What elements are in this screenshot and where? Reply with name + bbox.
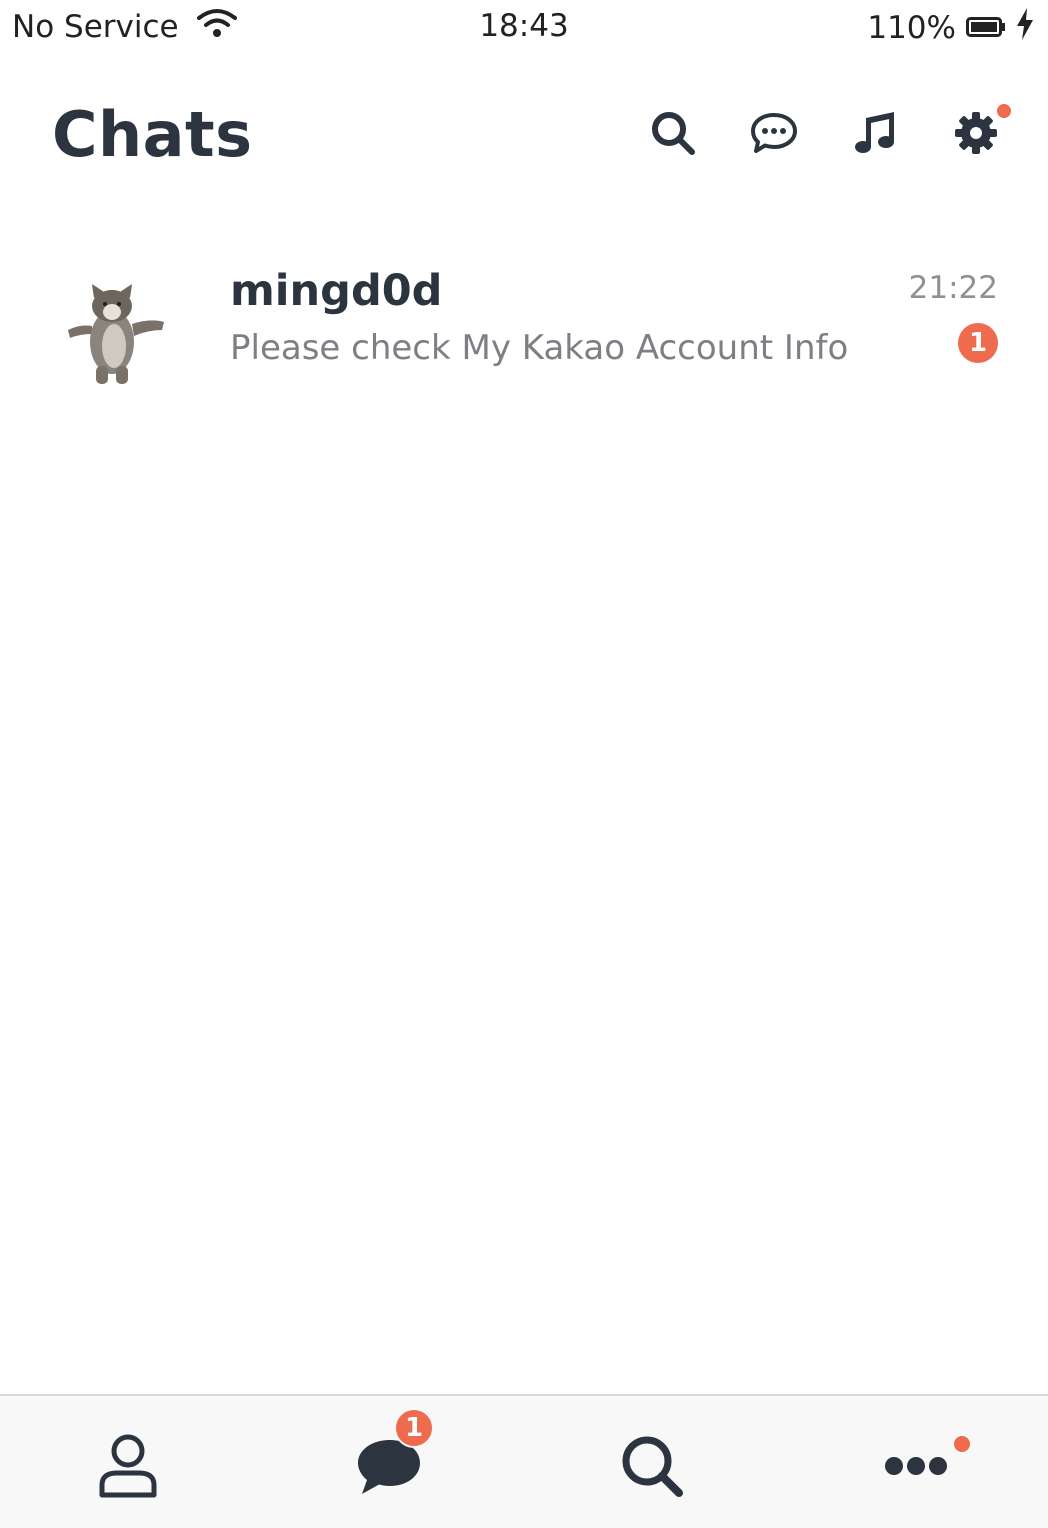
status-bar: No Service 18:43 110%	[0, 0, 1048, 56]
search-button[interactable]	[648, 108, 698, 158]
settings-notification-dot	[997, 104, 1011, 118]
chat-preview: Please check My Kakao Account Info	[230, 328, 849, 368]
chat-name: mingd0d	[230, 266, 443, 316]
person-icon	[99, 1434, 157, 1498]
more-icon	[885, 1457, 947, 1475]
header: Chats	[0, 90, 1048, 186]
battery-percent: 110%	[867, 10, 956, 46]
music-button[interactable]	[850, 108, 900, 158]
chats-tab-badge: 1	[394, 1408, 434, 1448]
settings-button[interactable]	[951, 104, 1011, 158]
chat-list: mingd0d Please check My Kakao Account In…	[0, 238, 1048, 406]
new-chat-icon	[751, 113, 797, 153]
search-icon	[622, 1436, 683, 1497]
search-icon	[652, 112, 695, 155]
music-icon	[855, 112, 894, 153]
page-title: Chats	[52, 98, 253, 171]
tab-bar: 1	[0, 1394, 1048, 1528]
unread-badge: 1	[958, 323, 998, 363]
battery-icon	[966, 10, 1006, 46]
cat-avatar	[62, 280, 170, 390]
chat-timestamp: 21:22	[908, 270, 998, 306]
new-chat-button[interactable]	[749, 108, 799, 158]
settings-icon	[955, 112, 997, 154]
search-tab[interactable]	[612, 1426, 692, 1506]
more-tab[interactable]	[876, 1426, 970, 1506]
status-right: 110%	[867, 8, 1034, 48]
more-notification-dot	[954, 1436, 970, 1452]
chats-tab[interactable]: 1	[348, 1408, 434, 1506]
friends-tab[interactable]	[88, 1426, 168, 1506]
chat-list-item[interactable]: mingd0d Please check My Kakao Account In…	[0, 238, 1048, 406]
charging-icon	[1016, 8, 1034, 48]
